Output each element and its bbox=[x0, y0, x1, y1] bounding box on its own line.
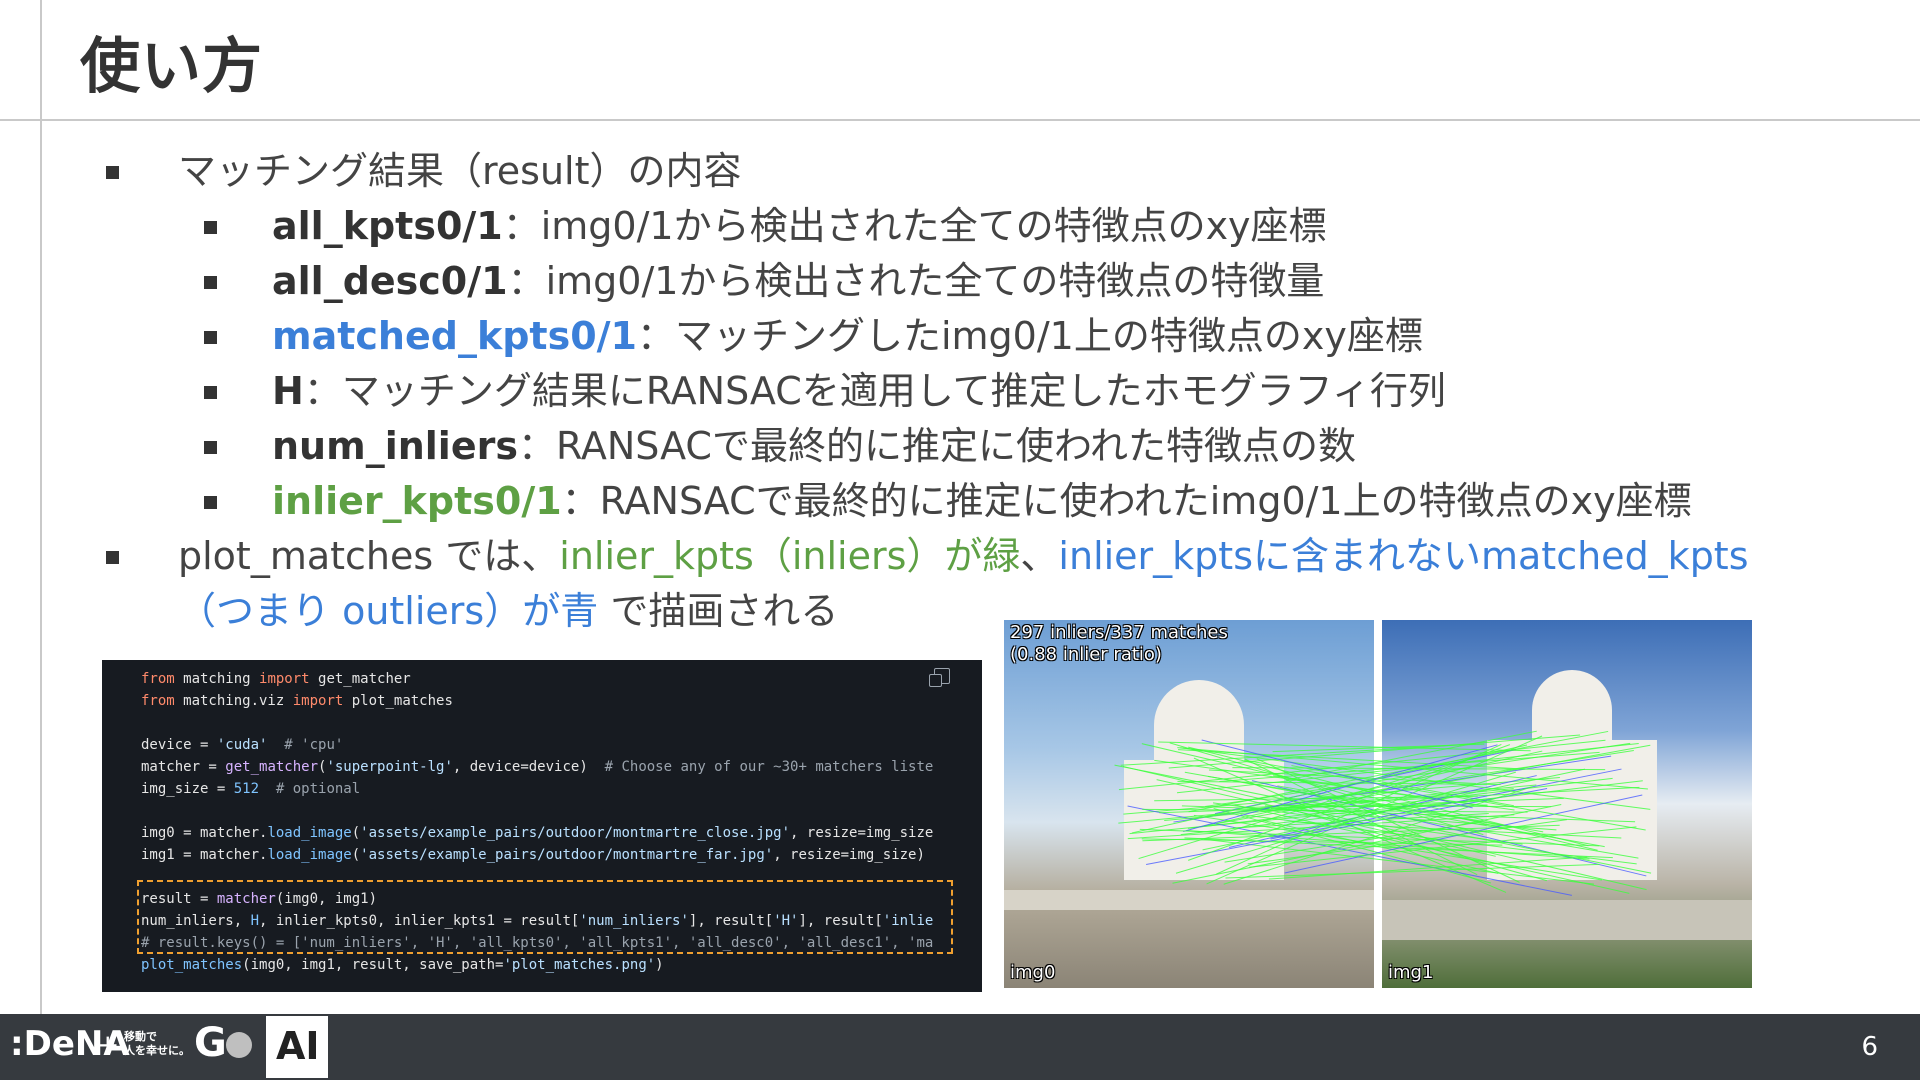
code-line: num_inliers, H, inlier_kpts0, inlier_kpt… bbox=[141, 913, 934, 929]
page-number: 6 bbox=[1861, 1032, 1878, 1062]
keyword: all_kpts0/1 bbox=[272, 204, 503, 248]
bullet-square-icon bbox=[204, 221, 217, 234]
code-line: result = matcher(img0, img1) bbox=[141, 891, 378, 907]
left-vertical-rule bbox=[40, 0, 42, 1014]
bullet-square-icon bbox=[204, 496, 217, 509]
code-line: img1 = matcher.load_image('assets/exampl… bbox=[141, 847, 925, 863]
footer-bar: :DeNA + 移動で 人を幸せに。 G AI 6 bbox=[0, 1014, 1920, 1080]
sub-bullet-all-desc: all_desc0/1：img0/1から検出された全ての特徴点の特徴量 bbox=[204, 256, 1324, 306]
code-line: from matching.viz import plot_matches bbox=[141, 693, 453, 709]
bullet-square-icon bbox=[204, 441, 217, 454]
sub-bullet-num-inliers: num_inliers：RANSACで最終的に推定に使われた特徴点の数 bbox=[204, 421, 1356, 471]
copy-icon[interactable] bbox=[929, 668, 950, 687]
bullet-square-icon bbox=[106, 166, 119, 179]
code-line: matcher = get_matcher('superpoint-lg', d… bbox=[141, 759, 934, 775]
code-line: # result.keys() = ['num_inliers', 'H', '… bbox=[141, 935, 934, 951]
sub-bullet-all-kpts: all_kpts0/1：img0/1から検出された全ての特徴点のxy座標 bbox=[204, 201, 1327, 251]
keyword: H bbox=[272, 369, 304, 413]
plus-sign: + bbox=[96, 1028, 120, 1061]
match-line bbox=[1193, 744, 1651, 829]
sub-bullet-inlier-kpts: inlier_kpts0/1：RANSACで最終的に推定に使われたimg0/1上… bbox=[204, 476, 1692, 526]
bullet-square-icon bbox=[204, 276, 217, 289]
bullet-square-icon bbox=[106, 551, 119, 564]
ai-badge-label: AI bbox=[276, 1024, 320, 1068]
go-tagline: 移動で 人を幸せに。 bbox=[124, 1030, 190, 1057]
sub-bullet-h: H：マッチング結果にRANSACを適用して推定したホモグラフィ行列 bbox=[204, 366, 1446, 416]
code-line: plot_matches(img0, img1, result, save_pa… bbox=[141, 957, 664, 973]
go-logo-circle-icon bbox=[226, 1032, 252, 1058]
keyword: all_desc0/1 bbox=[272, 259, 508, 303]
bullet-result-contents: マッチング結果（result）の内容 bbox=[106, 146, 742, 196]
bullet-plot-matches-continued: （つまり outliers）が青 で描画される bbox=[178, 589, 839, 633]
go-logo: G bbox=[194, 1020, 227, 1066]
keyword: matched_kpts0/1 bbox=[272, 314, 637, 358]
code-snippet: from matching import get_matcher from ma… bbox=[102, 660, 982, 992]
bullet-square-icon bbox=[204, 386, 217, 399]
code-line: device = 'cuda' # 'cpu' bbox=[141, 737, 344, 753]
code-line: img_size = 512 # optional bbox=[141, 781, 361, 797]
code-line: img0 = matcher.load_image('assets/exampl… bbox=[141, 825, 934, 841]
bullet-plot-matches: plot_matches では、inlier_kpts（inliers）が緑、i… bbox=[106, 531, 1749, 581]
keyword: num_inliers bbox=[272, 424, 518, 468]
code-line: from matching import get_matcher bbox=[141, 671, 411, 687]
match-line bbox=[1120, 743, 1476, 766]
sub-bullet-matched-kpts: matched_kpts0/1：マッチングしたimg0/1上の特徴点のxy座標 bbox=[204, 311, 1423, 361]
bullet-square-icon bbox=[204, 331, 217, 344]
keyword: inlier_kpts0/1 bbox=[272, 479, 562, 523]
title-underline bbox=[0, 119, 1920, 121]
page-title: 使い方 bbox=[80, 32, 263, 102]
match-lines bbox=[1114, 730, 1652, 896]
